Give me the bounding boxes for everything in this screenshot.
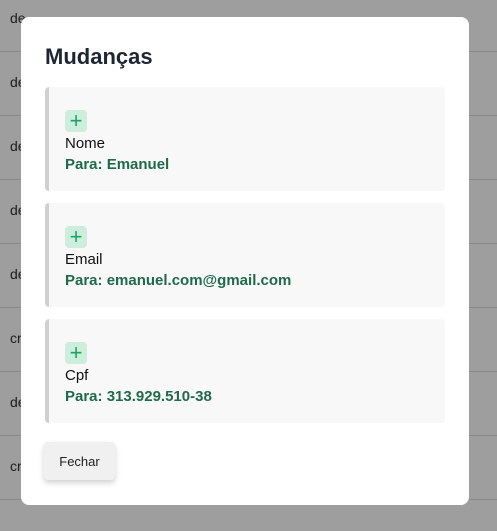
change-card-cpf: + Cpf Para: 313.929.510-38 bbox=[45, 319, 445, 423]
plus-icon: + bbox=[65, 110, 87, 132]
changes-modal: Mudanças + Nome Para: Emanuel + Email Pa… bbox=[21, 17, 469, 505]
change-field-name: Nome bbox=[65, 135, 106, 152]
change-field-name: Cpf bbox=[65, 367, 89, 384]
close-button[interactable]: Fechar bbox=[44, 442, 115, 480]
change-new-value: Para: 313.929.510-38 bbox=[65, 388, 212, 405]
change-new-value: Para: emanuel.com@gmail.com bbox=[65, 272, 292, 289]
change-card-nome: + Nome Para: Emanuel bbox=[45, 87, 445, 191]
plus-icon: + bbox=[65, 342, 87, 364]
modal-title: Mudanças bbox=[45, 44, 153, 69]
change-card-email: + Email Para: emanuel.com@gmail.com bbox=[45, 203, 445, 307]
change-field-name: Email bbox=[65, 251, 103, 268]
plus-icon: + bbox=[65, 226, 87, 248]
change-new-value: Para: Emanuel bbox=[65, 156, 170, 173]
